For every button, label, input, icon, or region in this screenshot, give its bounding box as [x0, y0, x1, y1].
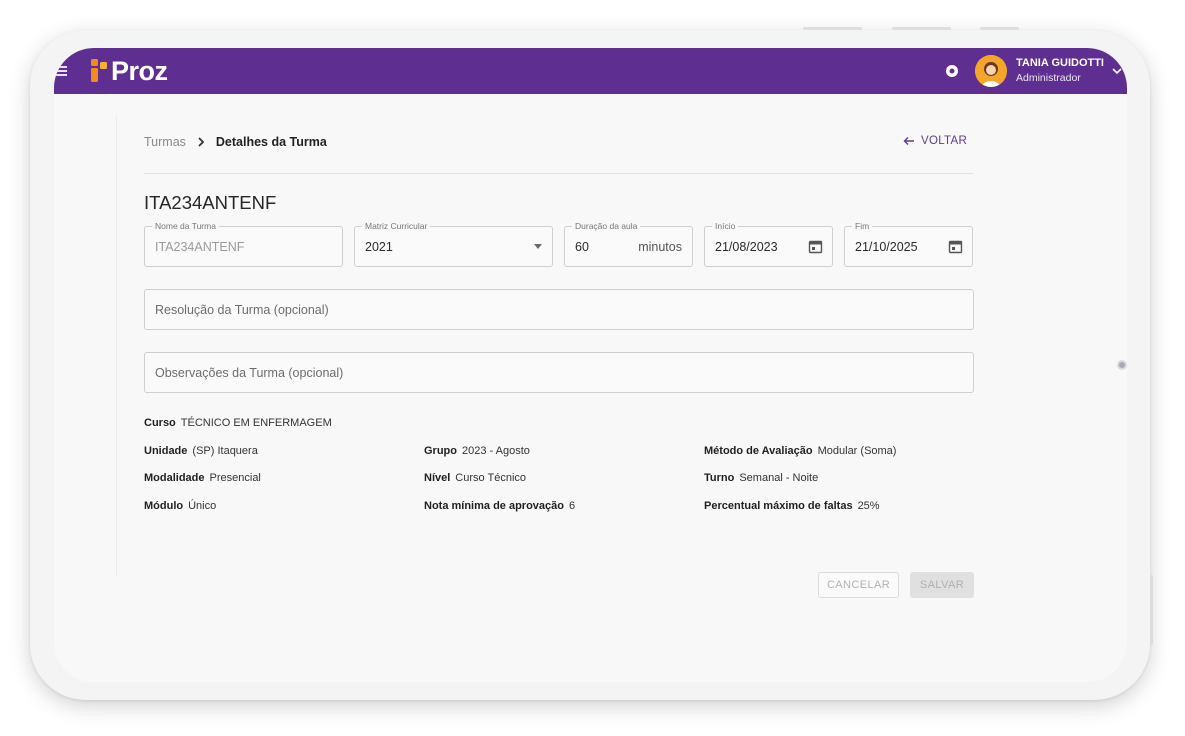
- resolution-input[interactable]: Resolução da Turma (opcional): [144, 289, 974, 330]
- info-value: 25%: [857, 500, 880, 512]
- breadcrumb-current: Detalhes da Turma: [215, 135, 327, 149]
- start-date-field[interactable]: Início 21/08/2023: [704, 221, 833, 267]
- info-label: Percentual máximo de faltas: [704, 500, 853, 512]
- unit-info: Unidade (SP) Itaquera: [144, 445, 258, 457]
- info-value: 6: [569, 500, 576, 512]
- info-label: Modalidade: [144, 472, 205, 484]
- module-info: Módulo Único: [144, 500, 216, 512]
- top-app-bar: Proz TANIA GUIDOTTI Administrador: [54, 48, 1127, 94]
- info-value: Único: [188, 500, 217, 512]
- device-side-button: [1150, 575, 1153, 645]
- field-label: Nome da Turma: [152, 221, 219, 231]
- info-value: TÉCNICO EM ENFERMAGEM: [180, 417, 332, 429]
- min-grade-info: Nota mínima de aprovação 6: [424, 500, 575, 512]
- placeholder-text: Observações da Turma (opcional): [155, 366, 344, 380]
- bell-icon[interactable]: [943, 62, 961, 80]
- device-top-button: [803, 27, 862, 30]
- avatar[interactable]: [975, 55, 1007, 87]
- level-info: Nível Curso Técnico: [424, 472, 526, 484]
- device-top-button: [892, 27, 951, 30]
- menu-icon[interactable]: [56, 66, 67, 76]
- calendar-icon[interactable]: [808, 239, 823, 254]
- curriculum-select[interactable]: Matriz Curricular 2021: [354, 221, 553, 267]
- modality-info: Modalidade Presencial: [144, 472, 261, 484]
- placeholder-text: Resolução da Turma (opcional): [155, 303, 329, 317]
- observations-input[interactable]: Observações da Turma (opcional): [144, 352, 974, 393]
- main-content: Turmas Detalhes da Turma VOLTAR ITA234AN…: [116, 94, 1046, 598]
- info-value: (SP) Itaquera: [192, 445, 258, 457]
- group-info: Grupo 2023 - Agosto: [424, 445, 530, 457]
- end-date-field[interactable]: Fim 21/10/2025: [844, 221, 973, 267]
- field-label: Início: [712, 221, 739, 231]
- proz-mark-icon: [91, 59, 107, 82]
- user-name[interactable]: TANIA GUIDOTTI: [1016, 57, 1104, 69]
- info-value: Semanal - Noite: [739, 472, 819, 484]
- info-label: Turno: [704, 472, 735, 484]
- avatar-illustration-icon: [975, 55, 1007, 87]
- calendar-icon[interactable]: [948, 239, 963, 254]
- info-label: Curso: [144, 417, 176, 429]
- info-label: Nível: [424, 472, 451, 484]
- app-screen: Proz TANIA GUIDOTTI Administrador Turmas: [54, 48, 1127, 682]
- dropdown-arrow-icon[interactable]: [534, 244, 542, 249]
- field-label: Fim: [852, 221, 873, 231]
- evaluation-method-info: Método de Avaliação Modular (Soma): [704, 445, 896, 457]
- save-button[interactable]: SALVAR: [910, 572, 974, 598]
- field-value: 60: [575, 240, 589, 254]
- lesson-duration-field[interactable]: Duração da aula 60 minutos: [564, 221, 693, 267]
- field-value: ITA234ANTENF: [155, 240, 245, 254]
- chevron-down-icon[interactable]: [1111, 65, 1123, 77]
- info-label: Grupo: [424, 445, 457, 457]
- chevron-right-icon: [198, 137, 205, 147]
- logo-text: Proz: [111, 55, 168, 86]
- field-value: 2021: [365, 240, 393, 254]
- field-label: Duração da aula: [572, 221, 641, 231]
- cancel-button[interactable]: CANCELAR: [818, 572, 899, 598]
- user-role: Administrador: [1016, 72, 1081, 84]
- back-button[interactable]: VOLTAR: [903, 135, 967, 147]
- back-button-label: VOLTAR: [921, 135, 968, 147]
- scroll-indicator-dot[interactable]: [1117, 360, 1127, 370]
- field-label: Matriz Curricular: [362, 221, 431, 231]
- content-left-border: [116, 116, 117, 576]
- info-value: Presencial: [209, 472, 261, 484]
- field-value: 21/08/2023: [715, 240, 778, 254]
- breadcrumb: Turmas Detalhes da Turma: [144, 135, 327, 149]
- info-label: Nota mínima de aprovação: [424, 500, 564, 512]
- device-top-button: [980, 27, 1019, 30]
- class-name-field: Nome da Turma ITA234ANTENF: [144, 221, 343, 267]
- max-absence-info: Percentual máximo de faltas 25%: [704, 500, 880, 512]
- info-value: 2023 - Agosto: [462, 445, 530, 457]
- page-title: ITA234ANTENF: [144, 192, 277, 213]
- shift-info: Turno Semanal - Noite: [704, 472, 818, 484]
- field-value: 21/10/2025: [855, 240, 918, 254]
- info-value: Modular (Soma): [817, 445, 897, 457]
- info-label: Módulo: [144, 500, 184, 512]
- arrow-left-icon: [903, 137, 914, 145]
- course-info: Curso TÉCNICO EM ENFERMAGEM: [144, 417, 332, 429]
- info-label: Método de Avaliação: [704, 445, 813, 457]
- info-label: Unidade: [144, 445, 188, 457]
- divider: [144, 173, 973, 174]
- logo[interactable]: Proz: [90, 55, 168, 87]
- breadcrumb-parent[interactable]: Turmas: [144, 135, 186, 149]
- info-value: Curso Técnico: [455, 472, 527, 484]
- field-suffix: minutos: [638, 240, 682, 254]
